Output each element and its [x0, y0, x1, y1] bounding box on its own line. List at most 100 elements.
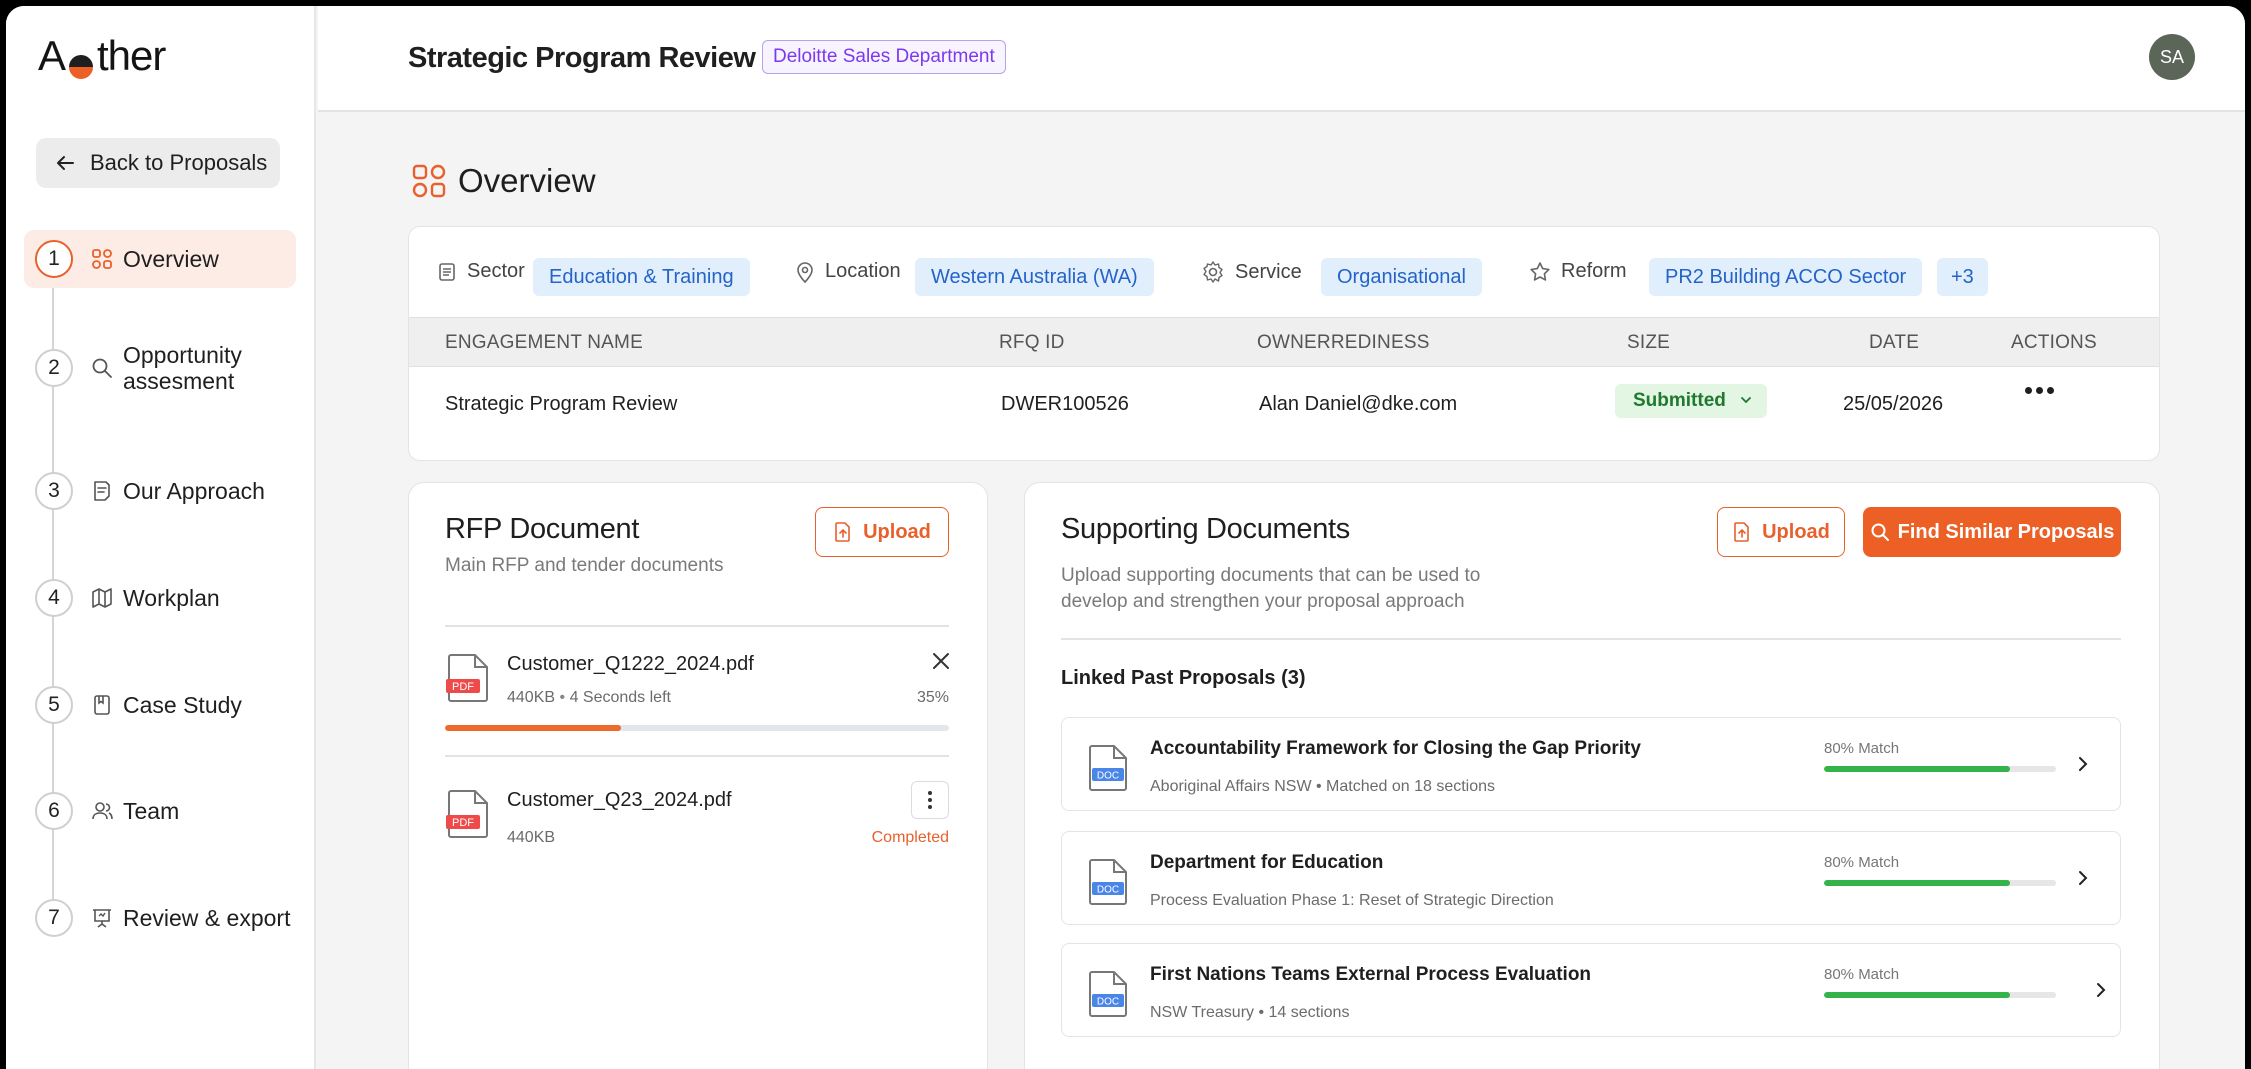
back-label: Back to Proposals: [90, 150, 268, 175]
gear-icon: [1203, 261, 1223, 283]
file-size: 440KB: [507, 829, 556, 846]
reform-chip[interactable]: PR2 Building ACCO Sector: [1649, 258, 1923, 296]
linked-proposal-item[interactable]: DOC First Nations Teams External Process…: [1061, 943, 2121, 1037]
match-bar-fill: [1824, 880, 2010, 886]
step-our-approach[interactable]: 3 Our Approach: [24, 472, 296, 510]
meta-row: Sector Education & Training Location Wes…: [409, 227, 2159, 317]
location-meta: Location: [795, 260, 901, 283]
logo-sun-icon: [66, 44, 96, 79]
step-team[interactable]: 6 Team: [24, 792, 296, 830]
proposal-title: First Nations Teams External Process Eva…: [1150, 964, 1592, 985]
proposal-subtitle: Process Evaluation Phase 1: Reset of Str…: [1150, 892, 1554, 909]
service-chip[interactable]: Organisational: [1321, 258, 1482, 296]
step-review-export[interactable]: 7 Review & export: [24, 899, 296, 937]
status-dropdown[interactable]: Submitted: [1615, 384, 1767, 418]
location-pin-icon: [797, 261, 813, 283]
proposal-title: Department for Education: [1150, 852, 1384, 873]
location-label: Location: [825, 260, 901, 282]
proposal-subtitle: Aboriginal Affairs NSW • Matched on 18 s…: [1150, 778, 1496, 795]
rfp-upload-button[interactable]: Upload: [815, 507, 949, 557]
step-opportunity-assesment[interactable]: 2 Opportunity assesment: [24, 342, 296, 394]
step-case-study[interactable]: 5 Case Study: [24, 686, 296, 724]
more-dot-icon: [928, 791, 932, 795]
match-label: 80% Match: [1824, 854, 1900, 871]
presentation-icon: [91, 907, 113, 929]
more-dot-icon: [2047, 387, 2054, 394]
step-label: Opportunity assesment: [123, 342, 242, 394]
file-eta: 4 Seconds left: [569, 689, 671, 706]
service-meta: Service: [1201, 260, 1302, 284]
step-number: 4: [35, 579, 73, 617]
supporting-title: Supporting Documents: [1061, 513, 1350, 545]
section-title: Overview: [458, 162, 596, 199]
proposal-title: Accountability Framework for Closing the…: [1150, 738, 1641, 759]
sector-meta: Sector: [437, 260, 525, 283]
svg-text:PDF: PDF: [452, 817, 474, 829]
back-to-proposals-button[interactable]: Back to Proposals: [36, 138, 280, 188]
cell-date: 25/05/2026: [1843, 393, 1944, 415]
logo: Ather: [38, 32, 166, 80]
step-overview[interactable]: 1 Overview: [24, 230, 296, 288]
step-label: Workplan: [123, 585, 220, 611]
remove-file-button[interactable]: [931, 651, 951, 676]
progress-percent: 35%: [917, 689, 950, 706]
match-bar: [1824, 766, 2056, 772]
step-number: 5: [35, 686, 73, 724]
topbar: Strategic Program Review Deloitte Sales …: [318, 6, 2245, 112]
users-icon: [91, 800, 113, 822]
pdf-file-icon: PDF: [445, 653, 491, 708]
doc-file-icon: DOC: [1086, 858, 1130, 911]
row-actions-button[interactable]: [2025, 387, 2054, 394]
step-label: Case Study: [123, 692, 242, 718]
more-tags-chip[interactable]: +3: [1937, 258, 1988, 296]
more-dot-icon: [2036, 387, 2043, 394]
rfp-document-card: RFP Document Main RFP and tender documen…: [408, 482, 988, 1069]
find-label: Find Similar Proposals: [1897, 520, 2115, 543]
table-header: ENGAGEMENT NAME RFQ ID OWNERREDINESS SIZ…: [409, 317, 2159, 367]
chevron-right-icon: [2079, 757, 2088, 771]
logo-text-end: ther: [97, 32, 166, 79]
reform-label: Reform: [1561, 260, 1627, 282]
cell-engagement-name: Strategic Program Review: [445, 393, 678, 415]
proposal-subtitle: NSW Treasury • 14 sections: [1150, 1004, 1350, 1021]
grid-icon: [91, 248, 113, 270]
match-label: 80% Match: [1824, 966, 1900, 983]
doc-file-icon: DOC: [1086, 744, 1130, 797]
column-owner-readiness: OWNERREDINESS: [1257, 332, 1430, 353]
linked-proposals-title: Linked Past Proposals (3): [1061, 667, 1306, 689]
arrow-left-icon: [57, 156, 74, 170]
file-name: Customer_Q1222_2024.pdf: [507, 653, 754, 675]
divider: [1061, 638, 2121, 640]
app-window: Ather Back to Proposals 1 Overview 2 Opp…: [6, 6, 2245, 1069]
linked-proposal-item[interactable]: DOC Department for Education Process Eva…: [1061, 831, 2121, 925]
status-label: Submitted: [1633, 390, 1726, 411]
location-chip[interactable]: Western Australia (WA): [915, 258, 1154, 296]
step-label: Our Approach: [123, 478, 265, 504]
chevron-down-icon: [1741, 397, 1751, 404]
sector-chip[interactable]: Education & Training: [533, 258, 750, 296]
column-date: DATE: [1869, 332, 1920, 353]
svg-text:DOC: DOC: [1097, 771, 1119, 782]
supporting-subtitle: develop and strengthen your proposal app…: [1061, 591, 1465, 612]
upload-icon: [1734, 522, 1749, 542]
supporting-upload-button[interactable]: Upload: [1717, 507, 1845, 557]
step-number: 7: [35, 899, 73, 937]
step-number: 6: [35, 792, 73, 830]
reform-meta: Reform: [1529, 260, 1627, 283]
sector-label: Sector: [467, 260, 525, 282]
step-workplan[interactable]: 4 Workplan: [24, 579, 296, 617]
linked-proposal-item[interactable]: DOC Accountability Framework for Closing…: [1061, 717, 2121, 811]
step-number: 2: [35, 349, 73, 387]
more-dot-icon: [928, 798, 932, 802]
chevron-right-icon: [2097, 983, 2106, 997]
cell-rfq-id: DWER100526: [1001, 393, 1129, 415]
avatar[interactable]: SA: [2149, 34, 2195, 80]
rfp-title: RFP Document: [445, 513, 640, 545]
file-status: Completed: [871, 829, 949, 846]
svg-text:DOC: DOC: [1097, 997, 1119, 1008]
column-size: SIZE: [1627, 332, 1671, 353]
logo-text-start: A: [38, 32, 66, 79]
file-options-button[interactable]: [911, 781, 949, 819]
step-number: 3: [35, 472, 73, 510]
find-similar-proposals-button[interactable]: Find Similar Proposals: [1863, 507, 2121, 557]
